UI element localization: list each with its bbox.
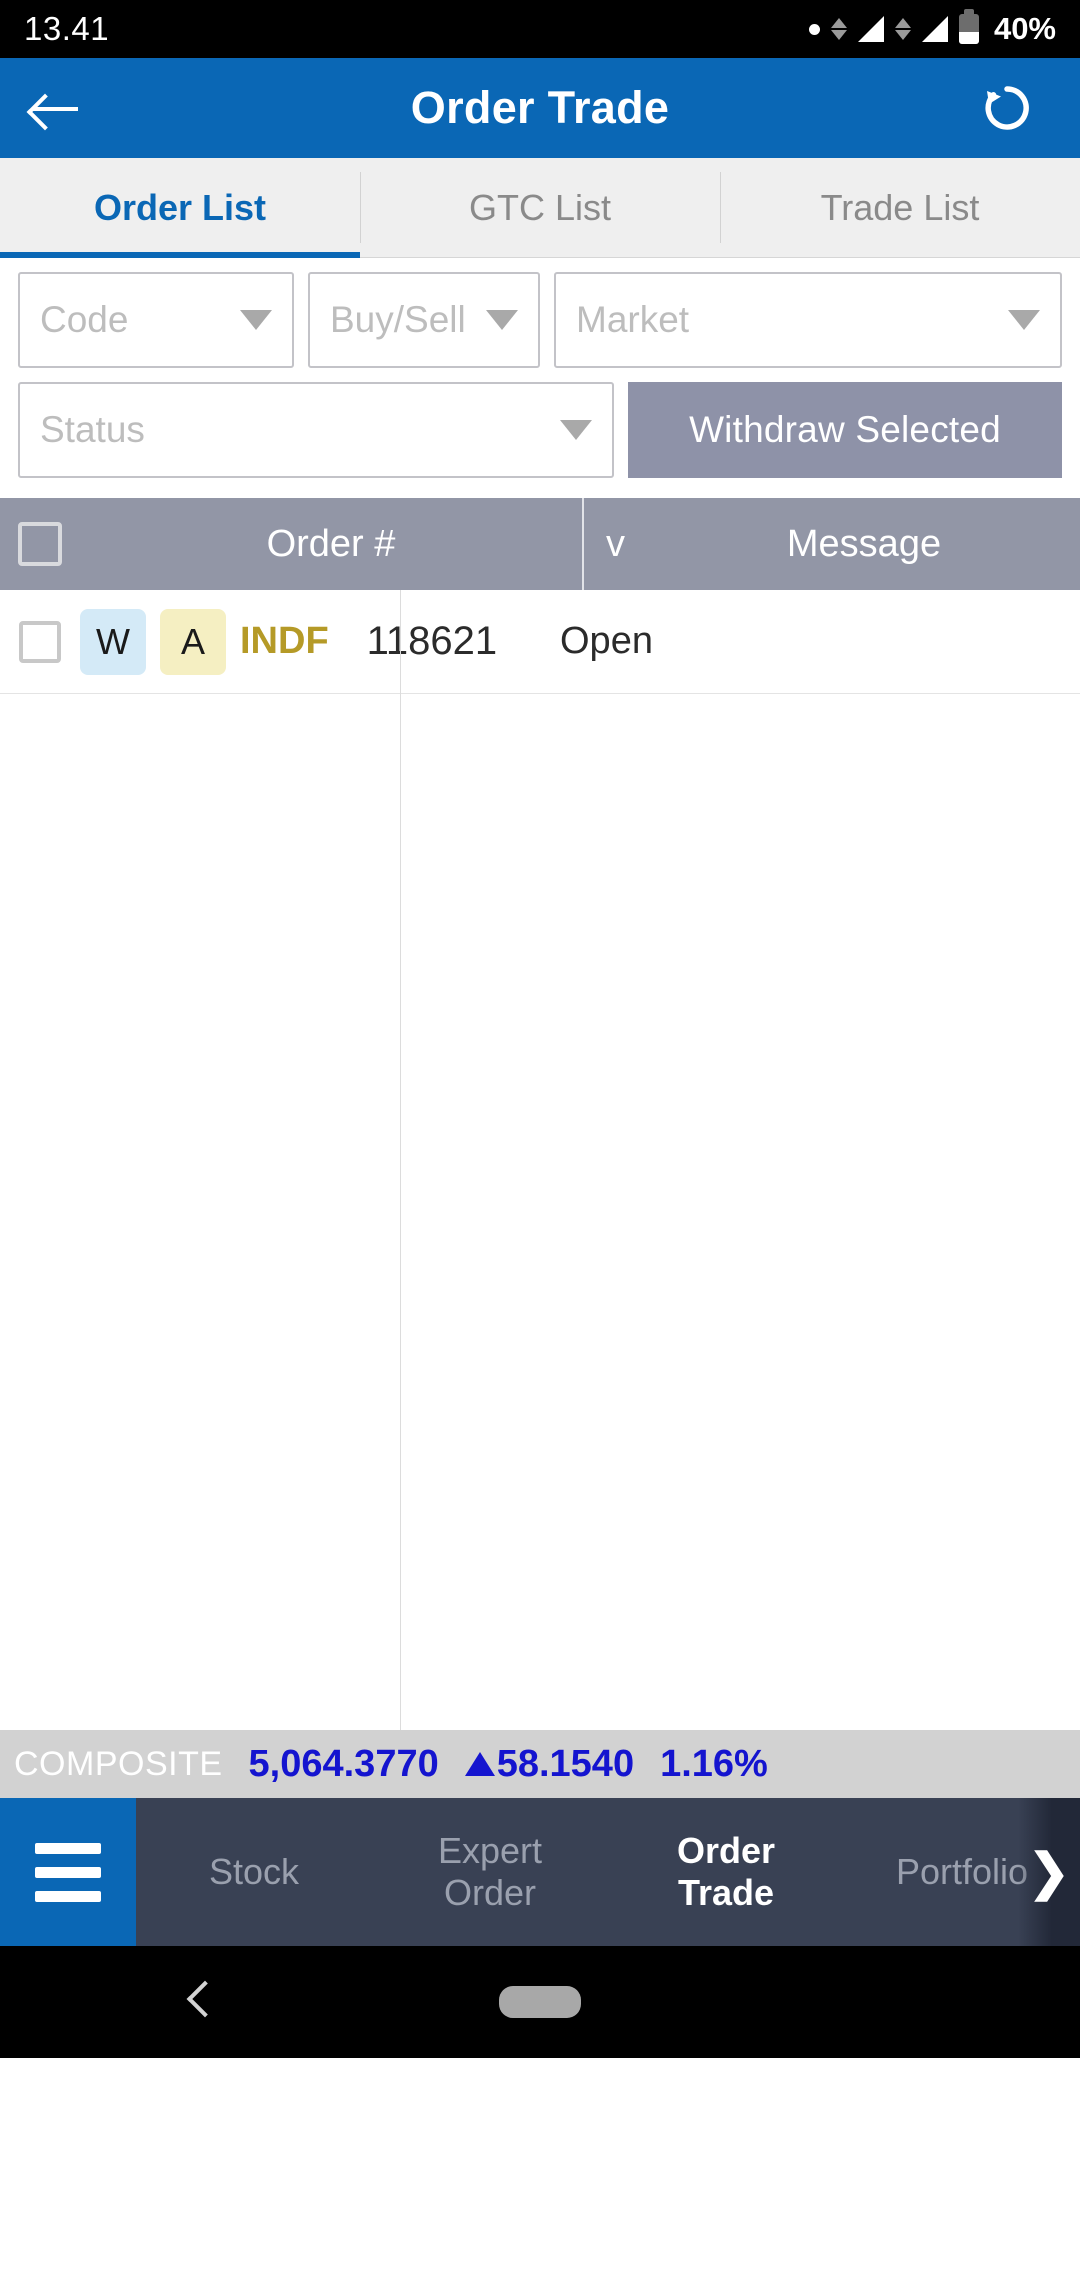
- bottom-nav-items: Stock Expert Order Order Trade Portfolio ❯: [136, 1798, 1080, 1946]
- tab-trade-list-label: Trade List: [820, 186, 980, 228]
- row-message: Open: [560, 620, 653, 662]
- status-dropdown-label: Status: [40, 409, 145, 450]
- tab-bar: Order List GTC List Trade List: [0, 158, 1080, 258]
- filter-row-1: Code Buy/Sell Market: [18, 272, 1062, 368]
- table-row[interactable]: W A INDF 118621 Open: [0, 590, 1080, 694]
- tab-gtc-list[interactable]: GTC List: [360, 158, 720, 257]
- code-dropdown-label: Code: [40, 299, 129, 340]
- chevron-down-icon: [486, 310, 518, 330]
- composite-change: 58.1540: [464, 1742, 635, 1786]
- signal-icon-2: [921, 16, 948, 42]
- badge-withdraw[interactable]: W: [80, 608, 146, 675]
- tab-order-list[interactable]: Order List: [0, 158, 360, 258]
- chevron-down-icon: [240, 310, 272, 330]
- nav-item-expert-order[interactable]: Expert Order: [372, 1798, 608, 1946]
- row-order-cell: W A INDF 118621: [80, 608, 502, 675]
- chevron-down-icon: [560, 420, 592, 440]
- buy-sell-dropdown[interactable]: Buy/Sell: [308, 272, 540, 368]
- dot-icon: [808, 23, 820, 35]
- withdraw-selected-button[interactable]: Withdraw Selected: [628, 382, 1062, 478]
- status-bar: 13.41 40%: [0, 0, 1080, 58]
- back-button[interactable]: [0, 58, 110, 158]
- checkbox-icon: [18, 522, 62, 566]
- battery-icon: [958, 9, 979, 44]
- chevron-down-icon: [1008, 310, 1040, 330]
- column-header-order-number[interactable]: Order #: [80, 523, 582, 566]
- withdraw-selected-label: Withdraw Selected: [689, 409, 1001, 450]
- nav-overflow-chevron-icon[interactable]: ❯: [1018, 1798, 1080, 1946]
- hamburger-menu-icon: [35, 1842, 101, 1854]
- composite-index-bar[interactable]: COMPOSITE 5,064.3770 58.1540 1.16%: [0, 1730, 1080, 1798]
- back-arrow-icon: [32, 90, 78, 126]
- page-title: Order Trade: [410, 82, 670, 133]
- android-home-pill[interactable]: [499, 1986, 581, 2018]
- buy-sell-dropdown-label: Buy/Sell: [330, 299, 466, 340]
- android-navigation-bar: [0, 1946, 1080, 2058]
- column-header-partial[interactable]: v: [582, 498, 648, 590]
- refresh-icon: [985, 86, 1029, 130]
- composite-label: COMPOSITE: [14, 1744, 223, 1783]
- column-header-message[interactable]: Message: [648, 523, 1080, 566]
- signal-icon: [857, 16, 884, 42]
- composite-change-value: 58.1540: [496, 1742, 635, 1785]
- checkbox-icon: [19, 620, 61, 663]
- battery-percent: 40%: [993, 11, 1056, 46]
- row-checkbox[interactable]: [0, 620, 80, 663]
- status-icons: 40%: [808, 9, 1056, 47]
- nav-item-order-trade-label: Order Trade: [676, 1829, 776, 1913]
- vpn-arrows-icon: [830, 18, 847, 40]
- vpn-arrows-icon-2: [894, 18, 911, 40]
- composite-percent: 1.16%: [660, 1742, 768, 1785]
- status-time: 13.41: [24, 10, 110, 47]
- select-all-checkbox[interactable]: [0, 522, 80, 566]
- code-dropdown[interactable]: Code: [18, 272, 294, 368]
- table-header: Order # v Message: [0, 498, 1080, 590]
- up-triangle-icon: [464, 1752, 495, 1776]
- hamburger-menu-button[interactable]: [0, 1798, 136, 1946]
- nav-item-portfolio-label: Portfolio: [895, 1850, 1029, 1892]
- filter-panel: Code Buy/Sell Market Status Withdraw Sel…: [0, 258, 1080, 498]
- tab-gtc-list-label: GTC List: [468, 186, 611, 228]
- market-dropdown-label: Market: [576, 299, 690, 340]
- tab-order-list-label: Order List: [93, 186, 267, 228]
- nav-item-order-trade[interactable]: Order Trade: [608, 1798, 844, 1946]
- filter-row-2: Status Withdraw Selected: [18, 382, 1062, 478]
- hamburger-menu-icon-bar3: [35, 1890, 101, 1902]
- market-dropdown[interactable]: Market: [554, 272, 1062, 368]
- android-back-icon[interactable]: [186, 1982, 208, 2022]
- table-body: W A INDF 118621 Open: [0, 590, 1080, 1730]
- app-screen: 13.41 40% Order Trade Order List GTC Lis…: [0, 0, 1080, 2280]
- bottom-navigation: Stock Expert Order Order Trade Portfolio ❯: [0, 1798, 1080, 1946]
- row-stock-code: INDF: [240, 620, 329, 662]
- row-order-number: 118621: [366, 619, 498, 663]
- column-divider: [400, 590, 401, 1730]
- composite-value: 5,064.3770: [248, 1742, 439, 1785]
- nav-item-expert-order-label: Expert Order: [437, 1829, 543, 1913]
- refresh-button[interactable]: [952, 58, 1062, 158]
- status-dropdown[interactable]: Status: [18, 382, 614, 478]
- nav-item-stock-label: Stock: [208, 1850, 300, 1892]
- tab-trade-list[interactable]: Trade List: [720, 158, 1080, 257]
- hamburger-menu-icon-bar2: [35, 1866, 101, 1878]
- nav-item-stock[interactable]: Stock: [136, 1798, 372, 1946]
- badge-amend[interactable]: A: [160, 608, 226, 675]
- app-header: Order Trade: [0, 58, 1080, 158]
